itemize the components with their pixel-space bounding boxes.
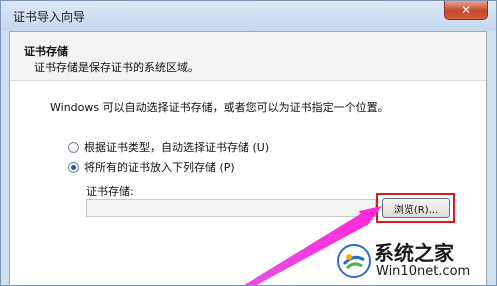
browse-button[interactable]: 浏览(R)... xyxy=(382,198,450,218)
radio-button-checked-icon[interactable] xyxy=(68,161,79,173)
radio-button-icon[interactable] xyxy=(68,141,79,153)
close-button[interactable]: ✕ xyxy=(444,1,488,20)
radio-label: 根据证书类型，自动选择证书存储 (U) xyxy=(84,141,270,154)
watermark-logo-icon xyxy=(337,244,371,278)
certificate-store-label: 证书存储: xyxy=(86,185,134,198)
title-bar: 证书导入向导 ✕ xyxy=(1,1,496,31)
close-icon: ✕ xyxy=(460,3,472,17)
radio-label: 将所有的证书放入下列存储 (P) xyxy=(84,161,235,174)
description-text: Windows 可以自动选择证书存储，或者您可以为证书指定一个位置。 xyxy=(50,101,389,114)
radio-auto-select-store[interactable]: 根据证书类型，自动选择证书存储 (U) xyxy=(68,139,269,155)
certificate-store-field xyxy=(86,199,376,217)
watermark: 系统之家 Win10net.com xyxy=(332,237,496,285)
window-title: 证书导入向导 xyxy=(13,10,86,24)
page-title: 证书存储 xyxy=(24,45,68,58)
watermark-brand: 系统之家 xyxy=(374,241,454,265)
watermark-url: Win10net.com xyxy=(376,264,471,279)
certificate-import-wizard-window: 证书导入向导 ✕ 证书存储 证书存储是保存证书的系统区域。 Windows 可以… xyxy=(0,0,497,286)
radio-place-all-certificates[interactable]: 将所有的证书放入下列存储 (P) xyxy=(68,159,235,175)
page-subtitle: 证书存储是保存证书的系统区域。 xyxy=(34,61,199,74)
wizard-header: 证书存储 证书存储是保存证书的系统区域。 xyxy=(10,32,486,81)
